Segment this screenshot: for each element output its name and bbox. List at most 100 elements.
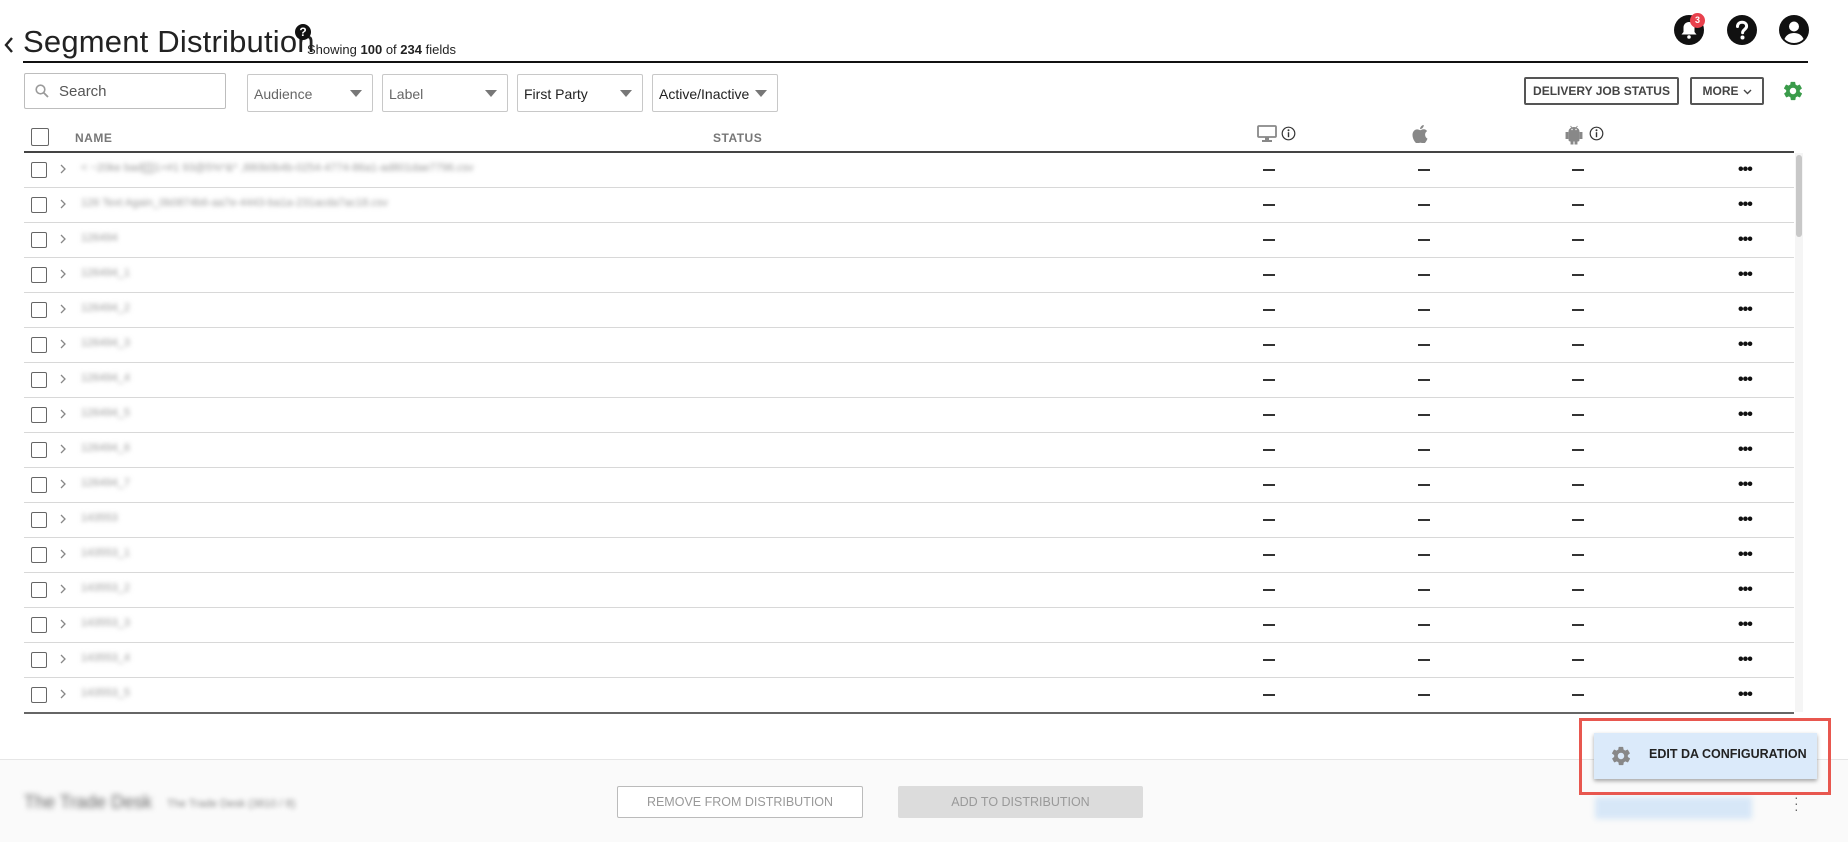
more-actions-icon[interactable]: ••• [1738,197,1753,213]
android-status-dash [1572,694,1584,696]
column-header-name[interactable]: NAME [75,131,112,145]
back-arrow-icon[interactable] [2,34,16,56]
total-count: 234 [400,42,422,57]
android-status-dash [1572,344,1584,346]
row-checkbox[interactable] [31,512,47,528]
chevron-right-icon[interactable] [57,372,69,386]
row-checkbox[interactable] [31,372,47,388]
chevron-right-icon[interactable] [57,687,69,701]
row-checkbox[interactable] [31,652,47,668]
user-account-icon[interactable] [1778,14,1810,46]
search-input[interactable] [55,74,228,108]
more-actions-icon[interactable]: ••• [1738,302,1753,318]
row-checkbox[interactable] [31,582,47,598]
chevron-right-icon[interactable] [57,337,69,351]
more-actions-icon[interactable]: ••• [1738,582,1753,598]
of-word: of [385,42,397,57]
column-header-status[interactable]: STATUS [713,131,762,145]
row-checkbox[interactable] [31,617,47,633]
first-party-dropdown[interactable]: First Party [517,74,643,112]
active-inactive-dropdown[interactable]: Active/Inactive [652,74,778,112]
more-actions-icon[interactable]: ••• [1738,267,1753,283]
settings-gear-icon[interactable] [1782,80,1804,102]
row-checkbox[interactable] [31,477,47,493]
android-status-dash [1572,449,1584,451]
more-actions-icon[interactable]: ••• [1738,547,1753,563]
table-row[interactable]: 126494 ••• [24,223,1794,258]
info-icon[interactable] [1589,126,1604,141]
apple-status-dash [1418,344,1430,346]
chevron-right-icon[interactable] [57,407,69,421]
chevron-right-icon[interactable] [57,302,69,316]
edit-da-configuration-menu-item[interactable]: EDIT DA CONFIGURATION [1594,733,1817,779]
row-checkbox[interactable] [31,547,47,563]
table-row[interactable]: 143553_2 ••• [24,573,1794,608]
search-icon [35,84,49,98]
table-row[interactable]: 126494_3 ••• [24,328,1794,363]
more-actions-icon[interactable]: ••• [1738,687,1753,703]
more-actions-icon[interactable]: ••• [1738,407,1753,423]
table-row[interactable]: 126494_2 ••• [24,293,1794,328]
table-row[interactable]: 143553_1 ••• [24,538,1794,573]
chevron-right-icon[interactable] [57,652,69,666]
table-row[interactable]: < ~20ke bad[[]]1+#1 93@5%*&* ,880b0b4b-0… [24,153,1794,188]
scrollbar-thumb[interactable] [1796,155,1802,237]
caret-down-icon [620,90,632,97]
table-row[interactable]: 143553_4 ••• [24,643,1794,678]
audience-dropdown[interactable]: Audience [247,74,373,112]
row-checkbox[interactable] [31,337,47,353]
label-dropdown[interactable]: Label [382,74,508,112]
info-icon[interactable] [1281,126,1296,141]
row-checkbox[interactable] [31,162,47,178]
remove-from-distribution-button[interactable]: REMOVE FROM DISTRIBUTION [617,786,863,818]
row-checkbox[interactable] [31,197,47,213]
table-row[interactable]: 126494_1 ••• [24,258,1794,293]
help-tooltip-icon[interactable]: ? [295,24,311,40]
table-row[interactable]: 126494_6 ••• [24,433,1794,468]
table-row[interactable]: 126494_4 ••• [24,363,1794,398]
table-row[interactable]: 143553_3 ••• [24,608,1794,643]
row-name: 143553_5 [81,687,130,699]
row-checkbox[interactable] [31,407,47,423]
row-checkbox[interactable] [31,442,47,458]
more-actions-icon[interactable]: ••• [1738,162,1753,178]
android-status-dash [1572,624,1584,626]
apple-status-dash [1418,624,1430,626]
table-row[interactable]: 143553 ••• [24,503,1794,538]
footer-action-button[interactable] [1595,797,1752,819]
row-name: 143553_4 [81,652,130,664]
table-row[interactable]: 126494_7 ••• [24,468,1794,503]
more-actions-icon[interactable]: ••• [1738,372,1753,388]
chevron-right-icon[interactable] [57,477,69,491]
chevron-right-icon[interactable] [57,267,69,281]
more-actions-icon[interactable]: ••• [1738,337,1753,353]
more-actions-icon[interactable]: ••• [1738,512,1753,528]
more-actions-icon[interactable]: ••• [1738,477,1753,493]
chevron-right-icon[interactable] [57,232,69,246]
help-icon[interactable] [1726,14,1758,46]
chevron-right-icon[interactable] [57,442,69,456]
apple-status-dash [1418,239,1430,241]
more-actions-icon[interactable]: ••• [1738,652,1753,668]
row-checkbox[interactable] [31,302,47,318]
table-row[interactable]: 126494_5 ••• [24,398,1794,433]
vertical-more-icon[interactable]: · · · [1794,790,1799,816]
row-checkbox[interactable] [31,232,47,248]
more-actions-icon[interactable]: ••• [1738,232,1753,248]
more-button[interactable]: MORE [1690,77,1764,105]
chevron-right-icon[interactable] [57,512,69,526]
table-row[interactable]: 126 Text Again_0b0874b6-aa7e-4443-ba1a-2… [24,188,1794,223]
chevron-right-icon[interactable] [57,547,69,561]
table-row[interactable]: 143553_5 ••• [24,678,1794,712]
row-checkbox[interactable] [31,687,47,703]
more-actions-icon[interactable]: ••• [1738,617,1753,633]
row-checkbox[interactable] [31,267,47,283]
chevron-right-icon[interactable] [57,582,69,596]
chevron-right-icon[interactable] [57,162,69,176]
chevron-right-icon[interactable] [57,617,69,631]
chevron-right-icon[interactable] [57,197,69,211]
apple-status-dash [1418,694,1430,696]
add-to-distribution-button[interactable]: ADD TO DISTRIBUTION [898,786,1143,818]
delivery-job-status-button[interactable]: DELIVERY JOB STATUS [1524,77,1679,105]
more-actions-icon[interactable]: ••• [1738,442,1753,458]
